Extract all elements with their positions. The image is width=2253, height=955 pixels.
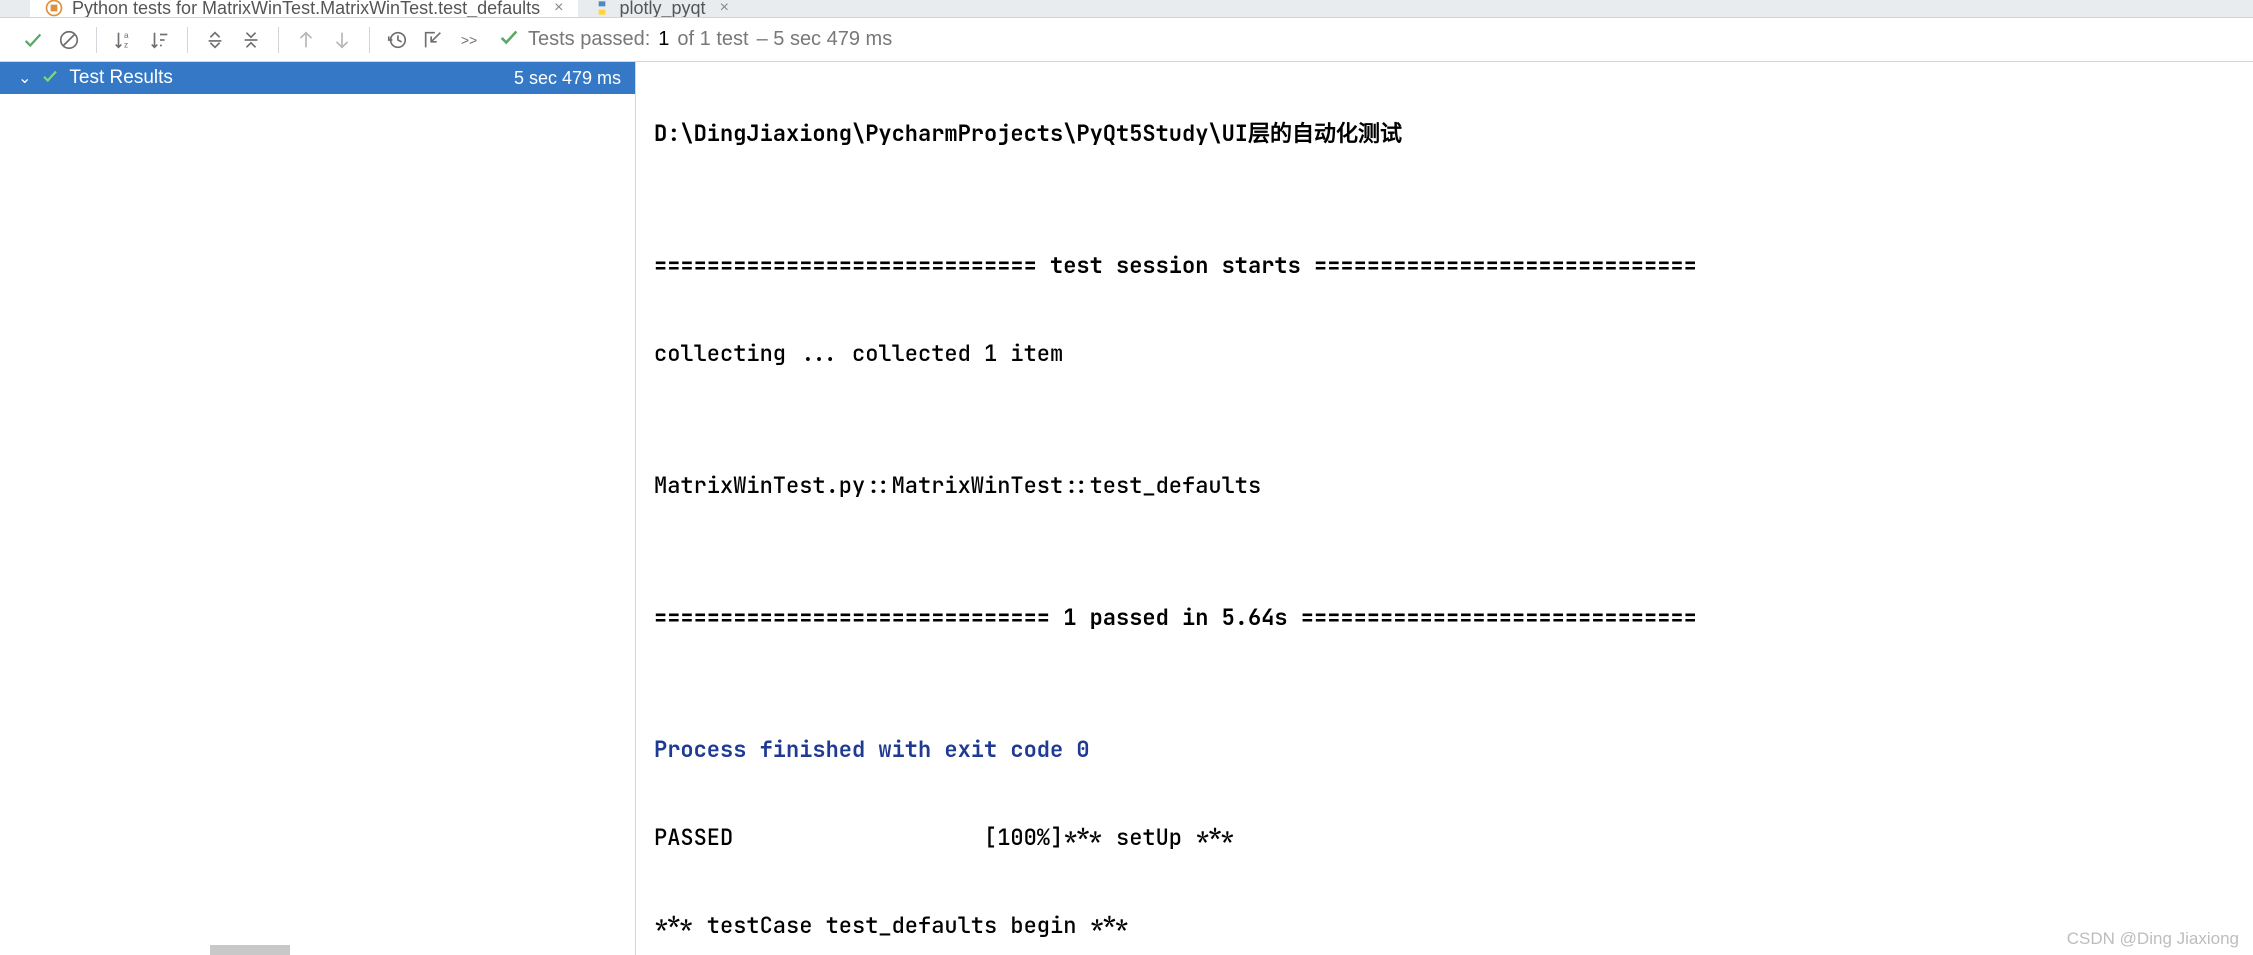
console-line: D:\DingJiaxiong\PycharmProjects\PyQt5Stu… — [654, 112, 2235, 156]
separator — [369, 27, 370, 53]
separator — [278, 27, 279, 53]
show-passed-icon[interactable] — [18, 25, 48, 55]
check-icon — [41, 67, 59, 90]
separator — [96, 27, 97, 53]
chevron-down-icon[interactable]: ⌄ — [18, 68, 31, 88]
status-passed-count: 1 — [658, 28, 669, 51]
console-exit-line: Process finished with exit code 0 — [654, 728, 2235, 772]
sort-alphabetically-icon[interactable]: az — [109, 25, 139, 55]
test-results-label: Test Results — [69, 67, 172, 89]
console-line: collecting ... collected 1 item — [654, 332, 2235, 376]
status-prefix: Tests passed: — [528, 28, 650, 51]
next-failed-icon[interactable] — [327, 25, 357, 55]
expand-all-icon[interactable] — [200, 25, 230, 55]
sort-by-duration-icon[interactable] — [145, 25, 175, 55]
test-results-root[interactable]: ⌄ Test Results 5 sec 479 ms — [0, 62, 635, 94]
test-status-summary: Tests passed: 1 of 1 test – 5 sec 479 ms — [498, 26, 892, 54]
status-time: – 5 sec 479 ms — [757, 28, 893, 51]
show-ignored-icon[interactable] — [54, 25, 84, 55]
status-total: of 1 test — [677, 28, 748, 51]
close-icon[interactable]: × — [554, 0, 563, 17]
svg-text:a: a — [124, 31, 129, 40]
run-config-icon — [44, 0, 64, 18]
overflow-icon[interactable]: >> — [454, 25, 484, 55]
tab-python-file[interactable]: plotly_pyqt × — [578, 0, 743, 17]
svg-text:z: z — [124, 40, 128, 49]
main-area: ⌄ Test Results 5 sec 479 ms D:\DingJiaxi… — [0, 62, 2253, 955]
test-history-icon[interactable] — [382, 25, 412, 55]
import-results-icon[interactable] — [418, 25, 448, 55]
close-icon[interactable]: × — [720, 0, 729, 17]
test-tree-panel: ⌄ Test Results 5 sec 479 ms — [0, 62, 636, 955]
console-line: PASSED [100%]*** setUp *** — [654, 816, 2235, 860]
console-line: ============================== 1 passed … — [654, 596, 2235, 640]
console-line: ============================= test sessi… — [654, 244, 2235, 288]
tab-run-config[interactable]: Python tests for MatrixWinTest.MatrixWin… — [30, 0, 578, 17]
collapse-all-icon[interactable] — [236, 25, 266, 55]
watermark: CSDN @Ding Jiaxiong — [2067, 929, 2239, 949]
test-toolbar: az >> Tests passed: 1 of 1 test – 5 sec … — [0, 18, 2253, 62]
separator — [187, 27, 188, 53]
console-line: MatrixWinTest.py::MatrixWinTest::test_de… — [654, 464, 2235, 508]
console-output[interactable]: D:\DingJiaxiong\PycharmProjects\PyQt5Stu… — [636, 62, 2253, 955]
scrollbar-thumb[interactable] — [210, 945, 290, 955]
editor-tab-bar: Python tests for MatrixWinTest.MatrixWin… — [0, 0, 2253, 18]
test-results-duration: 5 sec 479 ms — [514, 68, 621, 89]
tab-label: Python tests for MatrixWinTest.MatrixWin… — [72, 0, 540, 18]
tab-label: plotly_pyqt — [620, 0, 706, 18]
console-line: *** testCase test_defaults begin *** — [654, 904, 2235, 948]
python-file-icon — [592, 0, 612, 18]
check-icon — [498, 26, 520, 54]
previous-failed-icon[interactable] — [291, 25, 321, 55]
